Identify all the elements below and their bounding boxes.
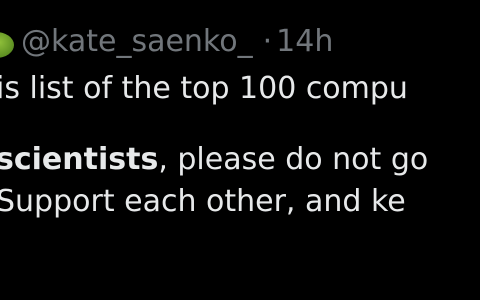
tweet-text-line-4: Support each other, and ke <box>0 184 406 219</box>
header-separator: · <box>262 24 273 59</box>
bold-word: scientists <box>0 142 159 177</box>
tweet-text-line-1: is list of the top 100 compu <box>0 71 408 106</box>
avatar[interactable] <box>0 32 14 58</box>
tweet-text-line-3-rest: , please do not go <box>158 142 429 177</box>
user-handle[interactable]: @kate_saenko_ <box>21 24 253 59</box>
tweet-text-line-3: scientists, please do not go <box>0 140 428 180</box>
tweet-text: is list of the top 100 compu scientists,… <box>0 69 428 222</box>
tweet-header: @kate_saenko_ · 14h <box>21 20 333 64</box>
tweet-timestamp[interactable]: 14h <box>276 24 333 59</box>
